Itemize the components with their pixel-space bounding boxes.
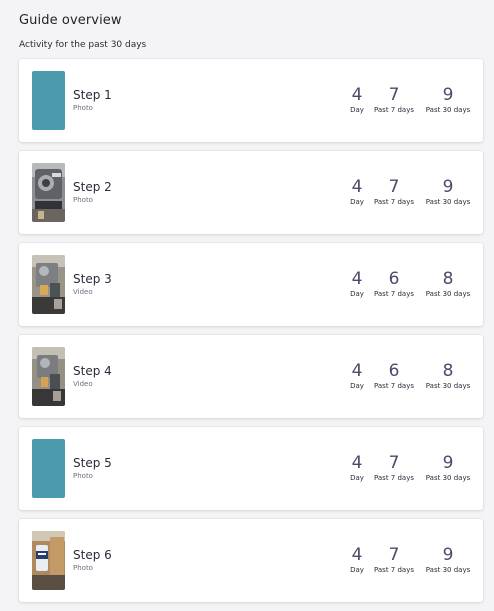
stat-past-7: 7 Past 7 days bbox=[370, 453, 418, 483]
stat-past-7-label: Past 7 days bbox=[373, 566, 414, 574]
stat-day-label: Day bbox=[350, 106, 364, 114]
step-card[interactable]: Step 4 Video 4 Day 6 Past 7 days 8 Past … bbox=[19, 335, 483, 418]
stat-day: 4 Day bbox=[347, 85, 367, 115]
guide-overview-page: Guide overview Activity for the past 30 … bbox=[0, 0, 494, 608]
stat-past-30-value: 9 bbox=[442, 85, 454, 105]
stat-day: 4 Day bbox=[347, 453, 367, 483]
stat-day-value: 4 bbox=[351, 361, 363, 381]
step-thumbnail[interactable] bbox=[32, 255, 65, 314]
stat-past-7-value: 7 bbox=[388, 177, 400, 197]
step-thumbnail[interactable] bbox=[32, 439, 65, 498]
step-name: Step 3 bbox=[73, 272, 112, 286]
stat-past-30-label: Past 30 days bbox=[425, 566, 471, 574]
stat-past-30-value: 9 bbox=[442, 177, 454, 197]
stat-past-7-value: 6 bbox=[388, 361, 400, 381]
stat-day-value: 4 bbox=[351, 85, 363, 105]
step-thumbnail[interactable] bbox=[32, 71, 65, 130]
stat-past-30-value: 8 bbox=[442, 361, 454, 381]
stat-past-7-label: Past 7 days bbox=[373, 106, 414, 114]
stat-past-30-value: 9 bbox=[442, 453, 454, 473]
stat-day-label: Day bbox=[350, 290, 364, 298]
stat-past-30-label: Past 30 days bbox=[425, 474, 471, 482]
step-media-type: Photo bbox=[73, 104, 93, 112]
step-list: Step 1 Photo 4 Day 7 Past 7 days 9 Past … bbox=[19, 59, 483, 611]
step-media-type: Video bbox=[73, 380, 93, 388]
step-name: Step 5 bbox=[73, 456, 112, 470]
stat-day: 4 Day bbox=[347, 361, 367, 391]
step-name: Step 2 bbox=[73, 180, 112, 194]
stat-past-7-value: 7 bbox=[388, 545, 400, 565]
stat-past-30-label: Past 30 days bbox=[425, 290, 471, 298]
step-card[interactable]: Step 1 Photo 4 Day 7 Past 7 days 9 Past … bbox=[19, 59, 483, 142]
step-media-type: Video bbox=[73, 288, 93, 296]
stat-past-7-label: Past 7 days bbox=[373, 290, 414, 298]
step-card[interactable]: Step 6 Photo 4 Day 7 Past 7 days 9 Past … bbox=[19, 519, 483, 602]
stat-day: 4 Day bbox=[347, 545, 367, 575]
step-card[interactable]: Step 3 Video 4 Day 6 Past 7 days 8 Past … bbox=[19, 243, 483, 326]
stat-past-30-value: 9 bbox=[442, 545, 454, 565]
stat-past-7-label: Past 7 days bbox=[373, 474, 414, 482]
step-thumbnail[interactable] bbox=[32, 163, 65, 222]
step-card[interactable]: Step 2 Photo 4 Day 7 Past 7 days 9 Past … bbox=[19, 151, 483, 234]
step-name: Step 1 bbox=[73, 88, 112, 102]
stat-past-7-label: Past 7 days bbox=[373, 382, 414, 390]
step-media-type: Photo bbox=[73, 196, 93, 204]
stat-past-7: 7 Past 7 days bbox=[370, 545, 418, 575]
stat-day-label: Day bbox=[350, 382, 364, 390]
step-card[interactable]: Step 5 Photo 4 Day 7 Past 7 days 9 Past … bbox=[19, 427, 483, 510]
stat-past-7-value: 6 bbox=[388, 269, 400, 289]
stat-past-7: 7 Past 7 days bbox=[370, 177, 418, 207]
stat-past-7-label: Past 7 days bbox=[373, 198, 414, 206]
stat-past-30-label: Past 30 days bbox=[425, 198, 471, 206]
step-thumbnail[interactable] bbox=[32, 531, 65, 590]
stat-day-label: Day bbox=[350, 474, 364, 482]
stat-past-7-value: 7 bbox=[388, 85, 400, 105]
stat-past-7-value: 7 bbox=[388, 453, 400, 473]
stat-day-value: 4 bbox=[351, 545, 363, 565]
page-title: Guide overview bbox=[19, 13, 122, 28]
step-name: Step 6 bbox=[73, 548, 112, 562]
stat-past-30: 9 Past 30 days bbox=[421, 85, 475, 115]
stat-past-30: 8 Past 30 days bbox=[421, 361, 475, 391]
stat-day-value: 4 bbox=[351, 453, 363, 473]
stat-day-value: 4 bbox=[351, 269, 363, 289]
stat-day-value: 4 bbox=[351, 177, 363, 197]
stat-past-30: 9 Past 30 days bbox=[421, 177, 475, 207]
stat-day: 4 Day bbox=[347, 177, 367, 207]
step-thumbnail[interactable] bbox=[32, 347, 65, 406]
stat-past-30-label: Past 30 days bbox=[425, 106, 471, 114]
step-media-type: Photo bbox=[73, 564, 93, 572]
stat-past-30: 9 Past 30 days bbox=[421, 453, 475, 483]
step-name: Step 4 bbox=[73, 364, 112, 378]
step-media-type: Photo bbox=[73, 472, 93, 480]
stat-past-30-label: Past 30 days bbox=[425, 382, 471, 390]
stat-day: 4 Day bbox=[347, 269, 367, 299]
stat-past-30-value: 8 bbox=[442, 269, 454, 289]
stat-day-label: Day bbox=[350, 566, 364, 574]
stat-past-7: 7 Past 7 days bbox=[370, 85, 418, 115]
stat-day-label: Day bbox=[350, 198, 364, 206]
stat-past-7: 6 Past 7 days bbox=[370, 269, 418, 299]
page-subtitle: Activity for the past 30 days bbox=[19, 40, 147, 50]
stat-past-7: 6 Past 7 days bbox=[370, 361, 418, 391]
stat-past-30: 8 Past 30 days bbox=[421, 269, 475, 299]
stat-past-30: 9 Past 30 days bbox=[421, 545, 475, 575]
